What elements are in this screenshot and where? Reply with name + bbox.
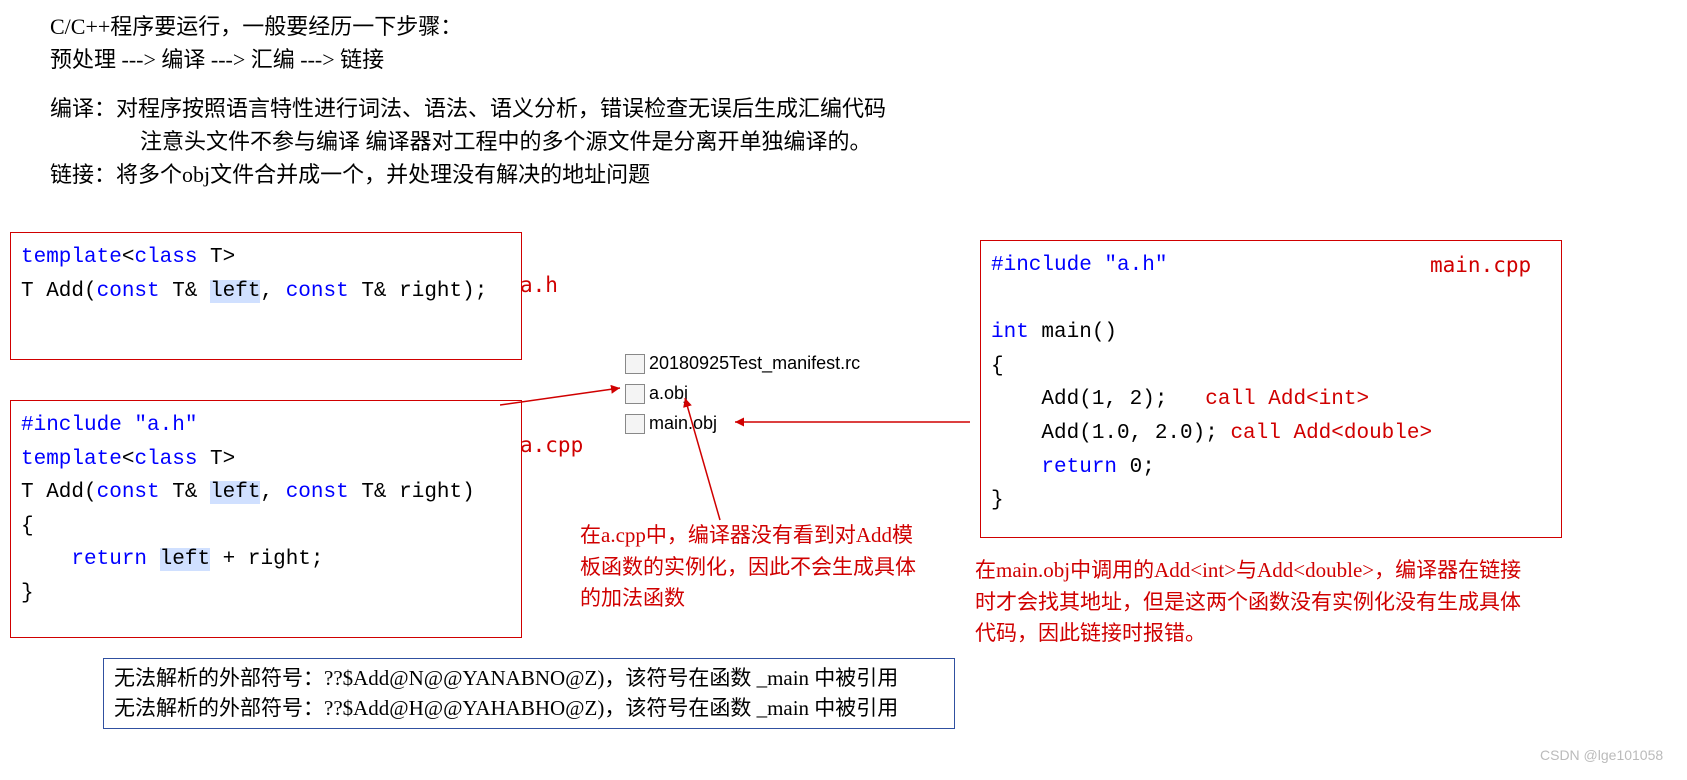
intro-line-2: 预处理 ---> 编译 ---> 汇编 ---> 链接 xyxy=(50,43,1637,76)
code-box-main-cpp: #include "a.h" int main() { Add(1, 2); c… xyxy=(980,240,1562,538)
note-main: 在main.obj中调用的Add<int>与Add<double>，编译器在链接… xyxy=(975,555,1535,650)
code-a-cpp: #include "a.h" template<class T> T Add(c… xyxy=(21,409,511,611)
file-icon xyxy=(625,414,645,434)
file-row-rc: 20180925Test_manifest.rc xyxy=(625,350,860,377)
code-box-a-h: template<class T> T Add(const T& left, c… xyxy=(10,232,522,360)
label-main-cpp: main.cpp xyxy=(1430,250,1531,282)
file-row-mainobj: main.obj xyxy=(625,410,717,437)
file-icon xyxy=(625,354,645,374)
watermark: CSDN @lge101058 xyxy=(1540,745,1663,766)
label-a-h: a.h xyxy=(520,270,558,302)
code-a-h: template<class T> T Add(const T& left, c… xyxy=(21,241,511,308)
error-line-1: 无法解析的外部符号：??$Add@N@@YANABNO@Z)，该符号在函数 _m… xyxy=(114,663,944,693)
intro-line-4: 注意头文件不参与编译 编译器对工程中的多个源文件是分离开单独编译的。 xyxy=(50,125,1637,158)
intro-line-1: C/C++程序要运行，一般要经历一下步骤： xyxy=(50,10,1637,43)
label-a-cpp: a.cpp xyxy=(520,430,583,462)
note-a-cpp: 在a.cpp中，编译器没有看到对Add模板函数的实例化，因此不会生成具体的加法函… xyxy=(580,520,930,615)
file-icon xyxy=(625,384,645,404)
code-main: #include "a.h" int main() { Add(1, 2); c… xyxy=(991,249,1551,518)
intro-line-3: 编译：对程序按照语言特性进行词法、语法、语义分析，错误检查无误后生成汇编代码 xyxy=(50,92,1637,125)
file-row-aobj: a.obj xyxy=(625,380,688,407)
intro-line-5: 链接：将多个obj文件合并成一个，并处理没有解决的地址问题 xyxy=(50,158,1637,191)
intro-block: C/C++程序要运行，一般要经历一下步骤： 预处理 ---> 编译 ---> 汇… xyxy=(50,10,1637,191)
error-line-2: 无法解析的外部符号：??$Add@H@@YAHABHO@Z)，该符号在函数 _m… xyxy=(114,693,944,723)
code-box-a-cpp: #include "a.h" template<class T> T Add(c… xyxy=(10,400,522,638)
error-box: 无法解析的外部符号：??$Add@N@@YANABNO@Z)，该符号在函数 _m… xyxy=(103,658,955,729)
arrow-main-to-mainobj xyxy=(730,410,980,440)
